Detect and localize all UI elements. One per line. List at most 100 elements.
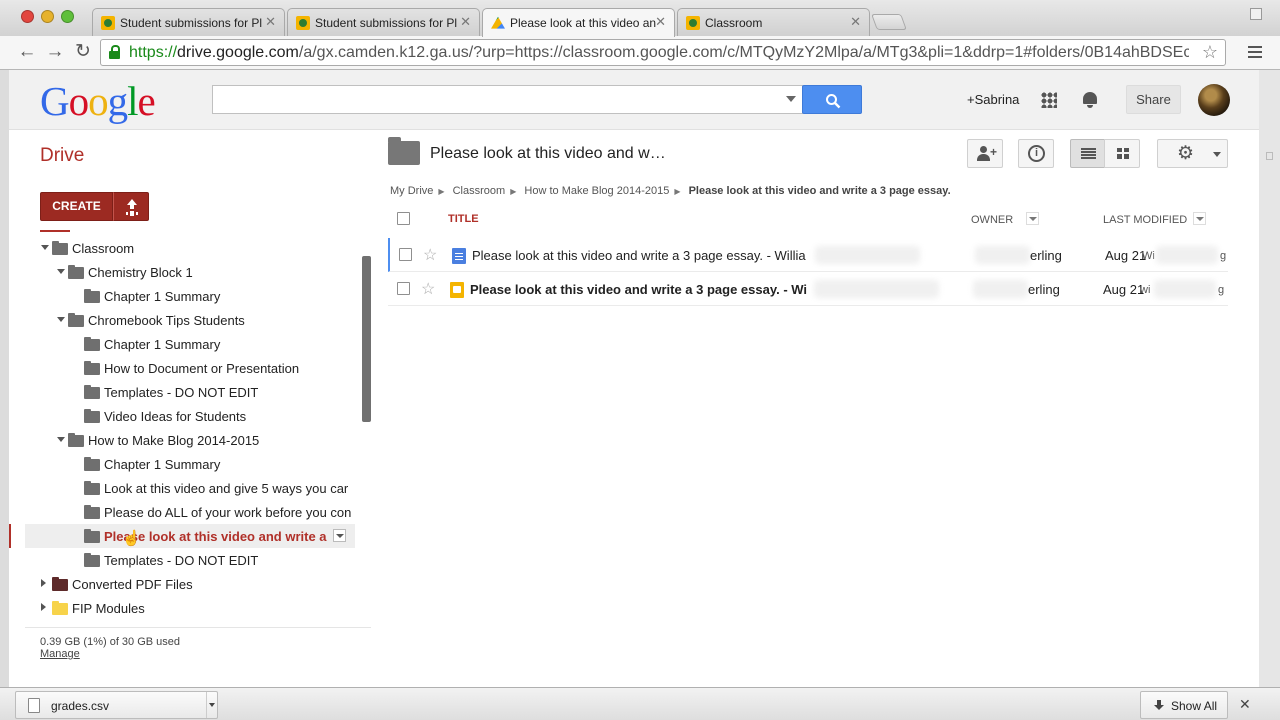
back-button[interactable]: ← xyxy=(16,41,38,63)
tree-item[interactable]: Chapter 1 Summary xyxy=(9,452,359,476)
download-shelf: grades.csv Show All ✕ xyxy=(0,687,1280,720)
tree-item[interactable]: Templates - DO NOT EDIT xyxy=(9,548,359,572)
apps-grid-icon[interactable] xyxy=(1041,92,1057,108)
tree-item[interactable]: Chapter 1 Summary xyxy=(9,284,359,308)
show-all-downloads-button[interactable]: Show All xyxy=(1140,691,1228,719)
expand-arrow-down-icon[interactable] xyxy=(57,269,65,274)
file-modified-by: wi xyxy=(1140,284,1151,296)
tab-title: Student submissions for Pl xyxy=(120,16,263,30)
tab-close-icon[interactable]: ✕ xyxy=(265,14,276,30)
window-minimize-button[interactable] xyxy=(41,10,54,23)
address-bar[interactable]: https://drive.google.com/a/gx.camden.k12… xyxy=(100,39,1226,66)
star-icon[interactable]: ☆ xyxy=(421,279,435,299)
row-checkbox[interactable] xyxy=(397,282,410,295)
expand-arrow-right-icon[interactable] xyxy=(41,579,46,587)
tree-item[interactable]: FIP Modules xyxy=(9,596,359,620)
window-fullscreen-icon[interactable] xyxy=(1250,8,1262,20)
browser-tab-1[interactable]: Student submissions for Pl ✕ xyxy=(92,8,285,36)
google-logo-letter: o xyxy=(88,78,108,124)
file-list-header: TITLE OWNER LAST MODIFIED xyxy=(390,206,1228,236)
tree-item[interactable]: Chapter 1 Summary xyxy=(9,332,359,356)
star-icon[interactable]: ☆ xyxy=(423,245,437,265)
tab-close-icon[interactable]: ✕ xyxy=(850,14,861,30)
tab-title: Student submissions for Pl xyxy=(315,16,458,30)
expand-arrow-down-icon[interactable] xyxy=(41,245,49,250)
search-options-caret-icon[interactable] xyxy=(786,96,796,102)
close-download-shelf-icon[interactable]: ✕ xyxy=(1239,696,1251,713)
url-text[interactable]: https://drive.google.com/a/gx.camden.k12… xyxy=(129,44,1189,62)
window-close-button[interactable] xyxy=(21,10,34,23)
expand-arrow-right-icon[interactable] xyxy=(41,603,46,611)
tree-item-selected[interactable]: Please look at this video and write a xyxy=(25,524,355,548)
share-button[interactable]: Share xyxy=(1126,85,1181,114)
folder-icon xyxy=(84,505,100,519)
tree-item[interactable]: Please do ALL of your work before you co… xyxy=(9,500,359,524)
download-item[interactable]: grades.csv xyxy=(15,691,218,719)
browser-menu-icon[interactable] xyxy=(1248,46,1262,58)
tree-item[interactable]: Video Ideas for Students xyxy=(9,404,359,428)
file-modified-by-tail: g xyxy=(1218,284,1225,296)
row-checkbox[interactable] xyxy=(399,248,412,261)
details-button[interactable]: i xyxy=(1018,139,1054,168)
grid-view-button[interactable] xyxy=(1104,139,1140,168)
column-owner-header[interactable]: OWNER xyxy=(971,214,1013,226)
classroom-icon xyxy=(101,16,115,30)
file-name[interactable]: Please look at this video and write a 3 … xyxy=(472,248,806,263)
column-modified-header[interactable]: LAST MODIFIED xyxy=(1103,214,1187,226)
browser-tab-3-active[interactable]: Please look at this video an ✕ xyxy=(482,8,675,37)
browser-tab-2[interactable]: Student submissions for Pl ✕ xyxy=(287,8,480,36)
new-tab-button[interactable] xyxy=(871,14,907,30)
redacted-name xyxy=(814,280,939,298)
hand-cursor-icon: ☝ xyxy=(122,530,141,547)
bookmark-star-icon[interactable]: ☆ xyxy=(1202,42,1218,63)
modified-sort-caret-icon[interactable] xyxy=(1193,212,1206,225)
column-title-header[interactable]: TITLE xyxy=(448,213,479,225)
google-logo-letter: e xyxy=(137,78,156,124)
select-all-checkbox[interactable] xyxy=(397,212,410,225)
google-logo-letter: l xyxy=(127,78,138,124)
tab-close-icon[interactable]: ✕ xyxy=(460,14,471,30)
download-options-caret-icon[interactable] xyxy=(206,692,218,718)
settings-button[interactable]: ⚙ xyxy=(1157,139,1228,168)
window-maximize-button[interactable] xyxy=(61,10,74,23)
drive-title[interactable]: Drive xyxy=(40,145,84,167)
sidebar-divider-accent xyxy=(40,230,70,232)
reload-button[interactable]: ↻ xyxy=(72,41,94,63)
user-profile-link[interactable]: +Sabrina xyxy=(967,92,1019,107)
manage-storage-link[interactable]: Manage xyxy=(40,648,80,660)
tree-item[interactable]: Chemistry Block 1 xyxy=(9,260,359,284)
google-logo[interactable]: Google xyxy=(40,77,156,125)
file-row[interactable]: ☆ Please look at this video and write a … xyxy=(388,238,1228,272)
folder-menu-caret-icon[interactable] xyxy=(333,529,346,542)
forward-button[interactable]: → xyxy=(44,41,66,63)
tree-item[interactable]: Chromebook Tips Students xyxy=(9,308,359,332)
breadcrumb-item[interactable]: Classroom xyxy=(453,185,506,197)
notifications-bell-icon[interactable] xyxy=(1082,90,1098,108)
file-name[interactable]: Please look at this video and write a 3 … xyxy=(470,282,807,297)
tree-item[interactable]: How to Make Blog 2014-2015 xyxy=(9,428,359,452)
tree-item[interactable]: Look at this video and give 5 ways you c… xyxy=(9,476,359,500)
tree-item[interactable]: Converted PDF Files xyxy=(9,572,359,596)
redacted-name xyxy=(815,246,920,264)
sidebar-scrollbar[interactable] xyxy=(362,256,371,422)
upload-button[interactable] xyxy=(113,192,149,221)
avatar[interactable] xyxy=(1198,84,1230,116)
tree-item[interactable]: Templates - DO NOT EDIT xyxy=(9,380,359,404)
share-folder-button[interactable]: + xyxy=(967,139,1003,168)
expand-arrow-down-icon[interactable] xyxy=(57,317,65,322)
browser-tab-4[interactable]: Classroom ✕ xyxy=(677,8,870,36)
breadcrumb-item[interactable]: My Drive xyxy=(390,185,433,197)
list-view-button[interactable] xyxy=(1070,139,1105,168)
file-row[interactable]: ☆ Please look at this video and write a … xyxy=(388,272,1228,306)
search-button[interactable] xyxy=(802,85,862,114)
tree-item[interactable]: Classroom xyxy=(9,236,359,260)
breadcrumb-item[interactable]: How to Make Blog 2014-2015 xyxy=(524,185,669,197)
tab-close-icon[interactable]: ✕ xyxy=(655,14,666,30)
create-button[interactable]: CREATE xyxy=(40,192,113,221)
owner-sort-caret-icon[interactable] xyxy=(1026,212,1039,225)
folder-icon xyxy=(84,289,100,303)
folder-icon xyxy=(52,241,68,255)
expand-arrow-down-icon[interactable] xyxy=(57,437,65,442)
tree-item[interactable]: How to Document or Presentation xyxy=(9,356,359,380)
search-input[interactable] xyxy=(212,85,803,114)
